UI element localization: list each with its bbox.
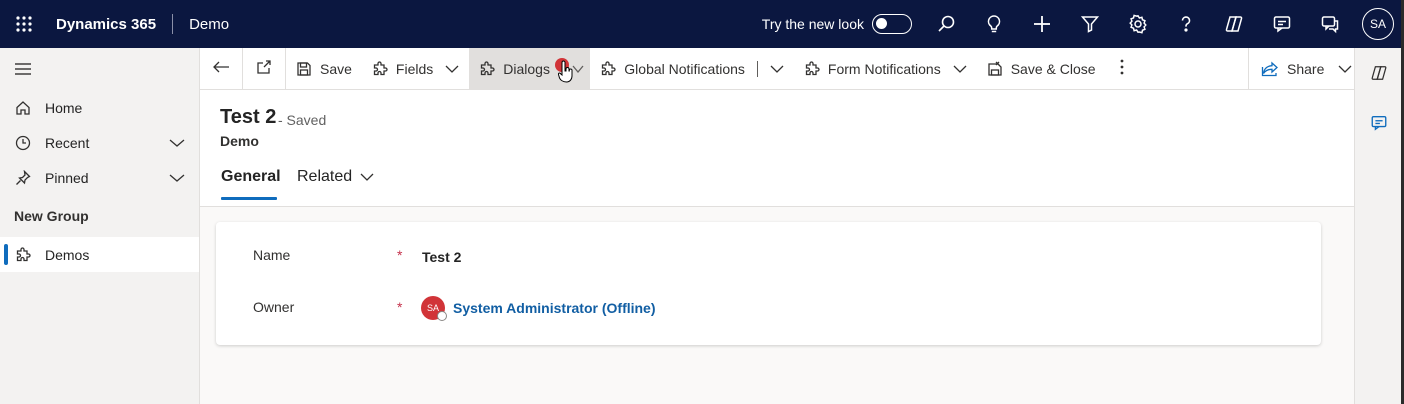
puzzle-icon [804, 60, 820, 77]
tab-related-label: Related [297, 168, 353, 185]
home-icon [14, 99, 32, 117]
copilot-icon[interactable] [1210, 0, 1258, 48]
chevron-down-icon[interactable] [770, 65, 784, 73]
more-vertical-icon [1120, 59, 1124, 78]
new-look-toggle[interactable] [872, 14, 912, 34]
new-look-label: Try the new look [761, 16, 864, 32]
search-icon[interactable] [922, 0, 970, 48]
save-close-label: Save & Close [1010, 60, 1096, 77]
puzzle-icon [372, 60, 388, 77]
entity-name: Demo [220, 133, 259, 149]
feedback-icon[interactable] [1306, 0, 1354, 48]
presence-offline-icon [437, 311, 447, 321]
global-notifications-button[interactable]: Global Notifications [590, 48, 794, 90]
tab-general[interactable]: General [221, 168, 281, 186]
app-launcher-icon[interactable] [0, 0, 48, 48]
nav-item-home[interactable]: Home [0, 90, 199, 125]
owner-lookup-link[interactable]: System Administrator (Offline) [453, 300, 656, 316]
nav-item-label: Home [45, 99, 83, 116]
clock-icon [14, 134, 32, 152]
chevron-down-icon[interactable] [953, 65, 967, 73]
record-title: Test 2 [220, 106, 277, 128]
hand-pointer-icon [557, 60, 574, 87]
conversation-pane-icon[interactable] [1355, 98, 1403, 148]
save-label: Save [320, 60, 352, 77]
back-arrow-icon [212, 60, 230, 77]
right-side-pane [1354, 48, 1402, 404]
chevron-down-icon[interactable] [445, 65, 459, 73]
open-in-new-window-icon [256, 59, 272, 78]
required-indicator: * [397, 247, 403, 263]
name-field-value[interactable]: Test 2 [422, 249, 461, 265]
more-commands-button[interactable] [1106, 48, 1138, 90]
filter-icon[interactable] [1066, 0, 1114, 48]
form-section-card: Name * Test 2 Owner * SA System Administ… [216, 222, 1321, 345]
chat-icon[interactable] [1258, 0, 1306, 48]
save-and-close-button[interactable]: Save & Close [977, 48, 1106, 90]
plus-icon[interactable] [1018, 0, 1066, 48]
save-status: - Saved [278, 112, 327, 128]
back-button[interactable] [200, 48, 242, 90]
form-notifications-button[interactable]: Form Notifications [794, 48, 977, 90]
topbar-actions: Try the new look SA [762, 0, 1404, 48]
puzzle-icon [600, 60, 616, 77]
top-bar: Dynamics 365 Demo Try the new look SA [0, 0, 1404, 48]
nav-item-label: Recent [45, 134, 90, 151]
split-divider [756, 60, 758, 77]
chevron-down-icon [360, 173, 374, 181]
active-tab-indicator [221, 197, 277, 200]
save-close-icon [987, 61, 1003, 77]
toggle-knob [876, 18, 887, 29]
pin-icon [14, 169, 32, 187]
owner-field-label: Owner [253, 299, 295, 315]
nav-item-demos[interactable]: Demos [0, 237, 199, 272]
user-avatar[interactable]: SA [1362, 8, 1394, 40]
help-icon[interactable] [1162, 0, 1210, 48]
required-indicator: * [397, 299, 403, 315]
environment-name[interactable]: Demo [173, 16, 229, 33]
share-button[interactable]: Share [1248, 48, 1354, 90]
share-label: Share [1287, 60, 1325, 77]
record-header: Test 2 - Saved Demo General Related [200, 90, 1354, 207]
save-button[interactable]: Save [286, 48, 362, 90]
hamburger-menu-icon[interactable] [0, 48, 199, 90]
form-notifications-label: Form Notifications [827, 60, 941, 77]
nav-item-pinned[interactable]: Pinned [0, 160, 199, 195]
nav-item-label: Demos [45, 246, 90, 263]
nav-item-recent[interactable]: Recent [0, 125, 199, 160]
settings-gear-icon[interactable] [1114, 0, 1162, 48]
share-icon [1261, 61, 1279, 77]
global-notifications-label: Global Notifications [624, 60, 745, 77]
nav-item-label: Pinned [45, 169, 89, 186]
copilot-pane-icon[interactable] [1355, 48, 1403, 98]
fields-label: Fields [395, 60, 434, 77]
puzzle-icon [479, 60, 495, 77]
left-navigation: Home Recent Pinned New Group Demos [0, 48, 200, 404]
form-body: Name * Test 2 Owner * SA System Administ… [200, 207, 1354, 404]
new-look-toggle-group: Try the new look [762, 14, 922, 34]
name-field-label: Name [253, 247, 291, 263]
tab-related[interactable]: Related [297, 168, 374, 186]
chevron-down-icon[interactable] [1338, 65, 1352, 73]
app-title[interactable]: Dynamics 365 [48, 16, 172, 33]
save-floppy-icon [296, 61, 312, 77]
open-new-window-button[interactable] [243, 48, 285, 90]
lightbulb-icon[interactable] [970, 0, 1018, 48]
command-bar: Save Fields Dialogs Global Notifications [200, 47, 1354, 90]
puzzle-icon [14, 246, 32, 264]
chevron-down-icon[interactable] [169, 135, 185, 151]
chevron-down-icon[interactable] [169, 170, 185, 186]
dialogs-label: Dialogs [503, 60, 550, 77]
fields-button[interactable]: Fields [362, 48, 469, 90]
nav-group-title: New Group [14, 208, 89, 224]
